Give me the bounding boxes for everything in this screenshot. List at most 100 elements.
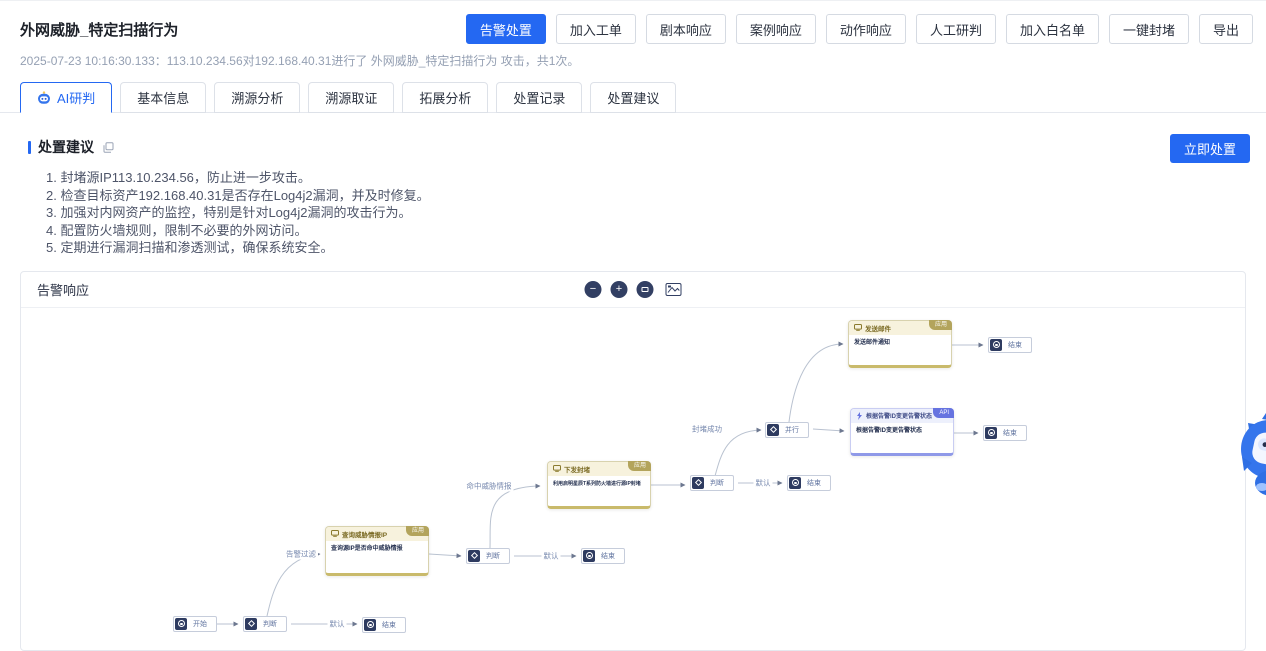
decision-icon <box>692 477 704 489</box>
decision-icon <box>468 550 480 562</box>
card-badge: 应用 <box>406 526 429 536</box>
tab-ai-judgement[interactable]: AI研判 <box>20 82 112 113</box>
alert-response-panel: 告警响应 − + <box>20 271 1246 651</box>
suggestion-item: 5. 定期进行漏洞扫描和渗透测试，确保系统安全。 <box>46 239 1246 257</box>
add-ticket-button[interactable]: 加入工单 <box>556 14 636 44</box>
flow-node-end-3[interactable]: 结束 <box>787 475 831 491</box>
card-badge: API <box>933 408 954 418</box>
flow-node-end-1[interactable]: 结束 <box>362 617 406 633</box>
node-label: 判断 <box>707 478 727 488</box>
suggestion-item: 1. 封堵源IP113.10.234.56，防止进一步攻击。 <box>46 169 1246 187</box>
card-title: 查询威胁情报IP <box>342 529 387 539</box>
card-body: 利用启明星辰T系列防火墙进行源IP封堵 <box>548 476 650 506</box>
node-label: 结束 <box>379 620 399 630</box>
panel-title: 告警响应 <box>37 280 89 299</box>
playbook-canvas[interactable]: 告警过滤 默认 命中威胁情报 默认 封堵成功 默认 开始 判断 结束 判断 结束 <box>21 308 1252 638</box>
copy-icon[interactable] <box>103 142 114 153</box>
header-action-bar: 告警处置 加入工单 剧本响应 案例响应 动作响应 人工研判 加入白名单 一键封堵… <box>466 14 1253 44</box>
node-label: 结束 <box>598 551 618 561</box>
canvas-toolbar: − + <box>585 281 682 298</box>
flow-card-send-email[interactable]: 发送邮件 应用 发送邮件通知 <box>848 320 952 368</box>
edge-label-default: 默认 <box>328 618 347 629</box>
flow-node-end-5[interactable]: 结束 <box>983 425 1027 441</box>
export-button[interactable]: 导出 <box>1199 14 1253 44</box>
tab-label: AI研判 <box>57 88 95 107</box>
tab-basic-info[interactable]: 基本信息 <box>120 82 206 113</box>
card-badge: 应用 <box>628 461 651 471</box>
flow-card-dispatch-block[interactable]: 下发封堵 应用 利用启明星辰T系列防火墙进行源IP封堵 <box>547 461 651 509</box>
tab-label: 处置记录 <box>513 88 565 107</box>
suggestion-list: 1. 封堵源IP113.10.234.56，防止进一步攻击。 2. 检查目标资产… <box>46 169 1246 257</box>
flow-node-decision-1[interactable]: 判断 <box>243 616 287 632</box>
flow-node-end-2[interactable]: 结束 <box>581 548 625 564</box>
edge-label-hit-intel: 命中威胁情报 <box>465 480 514 491</box>
card-header: 下发封堵 应用 <box>548 462 650 476</box>
fit-view-icon <box>642 287 649 292</box>
playbook-response-button[interactable]: 剧本响应 <box>646 14 726 44</box>
section-accent-bar <box>28 141 31 154</box>
handle-now-button[interactable]: 立即处置 <box>1170 134 1250 163</box>
edge-label-filter: 告警过滤 <box>284 548 318 559</box>
card-body: 查询源IP是否命中威胁情报 <box>326 541 428 573</box>
flow-card-query-threat-intel[interactable]: 查询威胁情报IP 应用 查询源IP是否命中威胁情报 <box>325 526 429 576</box>
zoom-in-button[interactable]: + <box>611 281 628 298</box>
tab-label: 基本信息 <box>137 88 189 107</box>
node-label: 开始 <box>190 619 210 629</box>
add-whitelist-button[interactable]: 加入白名单 <box>1006 14 1099 44</box>
suggestion-item: 4. 配置防火墙规则，限制不必要的外网访问。 <box>46 222 1246 240</box>
tab-bar: AI研判 基本信息 溯源分析 溯源取证 拓展分析 处置记录 处置建议 <box>0 82 1266 113</box>
page-title: 外网威胁_特定扫描行为 <box>20 14 178 40</box>
app-icon <box>331 530 339 537</box>
end-icon <box>789 477 801 489</box>
flow-card-update-alert-status[interactable]: 根据告警ID变更告警状态 API 根据告警ID变更告警状态 <box>850 408 954 456</box>
app-icon <box>854 324 862 331</box>
decision-icon <box>245 618 257 630</box>
ai-assistant-mascot[interactable] <box>1238 409 1266 499</box>
node-label: 判断 <box>260 619 280 629</box>
panel-header: 告警响应 − + <box>21 272 1245 308</box>
node-label: 结束 <box>1005 340 1025 350</box>
app-icon <box>553 465 561 472</box>
tab-handle-suggestions[interactable]: 处置建议 <box>590 82 676 113</box>
tab-trace-analysis[interactable]: 溯源分析 <box>214 82 300 113</box>
flow-node-start[interactable]: 开始 <box>173 616 217 632</box>
tab-handle-records[interactable]: 处置记录 <box>496 82 582 113</box>
card-header: 查询威胁情报IP 应用 <box>326 527 428 541</box>
api-bolt-icon <box>856 412 863 420</box>
flow-node-decision-3[interactable]: 判断 <box>690 475 734 491</box>
minimap-toggle[interactable] <box>666 283 682 296</box>
node-label: 结束 <box>1000 428 1020 438</box>
start-icon <box>175 618 187 630</box>
flow-node-end-4[interactable]: 结束 <box>988 337 1032 353</box>
fit-view-button[interactable] <box>637 281 654 298</box>
card-title: 根据告警ID变更告警状态 <box>866 411 932 420</box>
suggestion-item: 2. 检查目标资产192.168.40.31是否存在Log4j2漏洞，并及时修复… <box>46 187 1246 205</box>
manual-judge-button[interactable]: 人工研判 <box>916 14 996 44</box>
tab-trace-evidence[interactable]: 溯源取证 <box>308 82 394 113</box>
end-icon <box>990 339 1002 351</box>
page-header: 外网威胁_特定扫描行为 告警处置 加入工单 剧本响应 案例响应 动作响应 人工研… <box>0 1 1266 44</box>
tab-label: 溯源分析 <box>231 88 283 107</box>
suggestion-section: 处置建议 1. 封堵源IP113.10.234.56，防止进一步攻击。 2. 检… <box>0 113 1266 257</box>
case-response-button[interactable]: 案例响应 <box>736 14 816 44</box>
card-body: 发送邮件通知 <box>849 335 951 365</box>
tab-label: 溯源取证 <box>325 88 377 107</box>
card-header: 根据告警ID变更告警状态 API <box>851 409 953 423</box>
action-response-button[interactable]: 动作响应 <box>826 14 906 44</box>
edge-label-block-success: 封堵成功 <box>690 423 724 434</box>
tab-label: 拓展分析 <box>419 88 471 107</box>
flow-node-decision-2[interactable]: 判断 <box>466 548 510 564</box>
card-body: 根据告警ID变更告警状态 <box>851 423 953 453</box>
zoom-out-button[interactable]: − <box>585 281 602 298</box>
flow-node-parallel[interactable]: 并行 <box>765 422 809 438</box>
node-label: 判断 <box>483 551 503 561</box>
card-title: 发送邮件 <box>865 323 891 333</box>
node-label: 结束 <box>804 478 824 488</box>
section-title: 处置建议 <box>38 137 94 157</box>
alert-handle-button[interactable]: 告警处置 <box>466 14 546 44</box>
minimap-icon <box>666 283 682 296</box>
ai-robot-icon <box>37 91 51 105</box>
end-icon <box>364 619 376 631</box>
tab-extended-analysis[interactable]: 拓展分析 <box>402 82 488 113</box>
one-key-block-button[interactable]: 一键封堵 <box>1109 14 1189 44</box>
